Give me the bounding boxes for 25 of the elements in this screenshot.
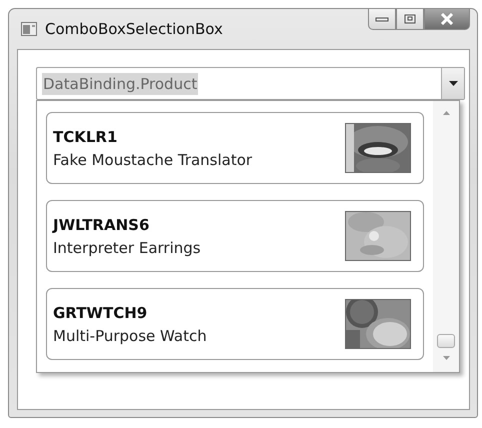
scrollbar-thumb[interactable] <box>437 334 455 348</box>
product-code: GRTWTCH9 <box>53 304 148 322</box>
product-name: Multi-Purpose Watch <box>53 326 207 344</box>
maximize-button[interactable] <box>396 9 424 30</box>
window-title: ComboBoxSelectionBox <box>45 20 223 38</box>
window-icon <box>21 22 37 36</box>
product-name: Interpreter Earrings <box>53 238 201 256</box>
dropdown-button[interactable] <box>441 68 464 99</box>
product-item[interactable]: GRTWTCH9 Multi-Purpose Watch <box>46 288 424 360</box>
product-name: Fake Moustache Translator <box>53 150 252 168</box>
combo-value: DataBinding.Product <box>42 72 198 94</box>
minimize-button[interactable] <box>368 9 396 30</box>
scroll-up-icon <box>442 111 450 115</box>
scrollbar[interactable] <box>433 101 459 372</box>
scroll-down-icon <box>442 356 450 360</box>
product-code: TCKLR1 <box>53 128 118 146</box>
product-code: JWLTRANS6 <box>53 216 150 234</box>
maximize-icon <box>404 14 416 24</box>
close-icon <box>439 13 455 25</box>
product-item[interactable]: TCKLR1 Fake Moustache Translator <box>46 112 424 184</box>
dropdown-arrow-icon <box>448 81 458 86</box>
product-item[interactable]: JWLTRANS6 Interpreter Earrings <box>46 200 424 272</box>
minimize-icon <box>375 15 389 23</box>
combo-box[interactable]: DataBinding.Product <box>36 67 465 100</box>
close-button[interactable] <box>424 9 470 30</box>
